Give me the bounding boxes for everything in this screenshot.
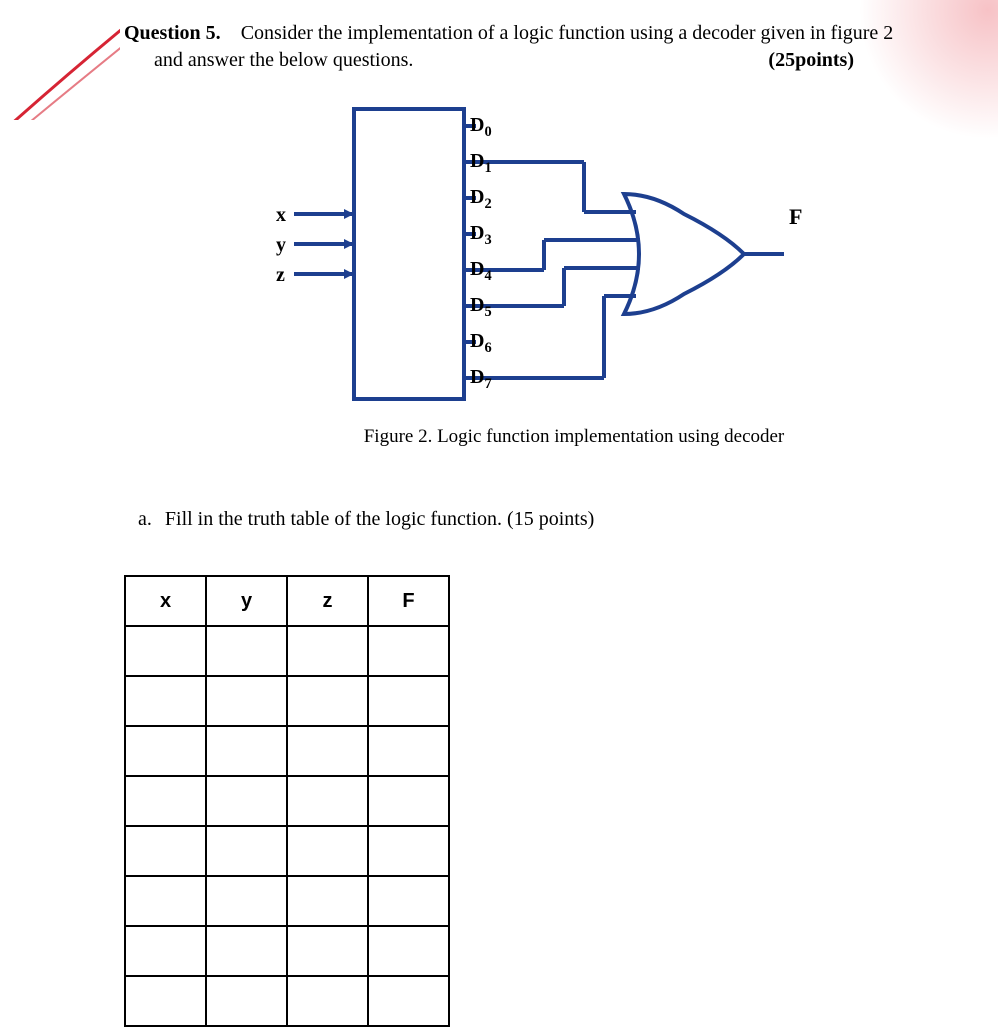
table-cell — [368, 876, 449, 926]
table-cell — [206, 626, 287, 676]
figure-2-diagram: x y z F D0 D1 D2 D3 D4 D5 D6 D7 — [254, 104, 814, 434]
table-cell — [287, 626, 368, 676]
table-cell — [368, 726, 449, 776]
table-cell — [206, 776, 287, 826]
table-cell — [287, 926, 368, 976]
table-row — [125, 676, 449, 726]
th-x: x — [125, 576, 206, 626]
table-row — [125, 876, 449, 926]
truth-table: x y z F — [124, 575, 450, 1027]
or-gate — [624, 194, 744, 314]
table-cell — [125, 626, 206, 676]
question-points: (25points) — [768, 47, 854, 74]
decoder-box — [354, 109, 464, 399]
output-label-F: F — [789, 204, 802, 230]
table-cell — [287, 676, 368, 726]
table-cell — [287, 776, 368, 826]
table-row — [125, 776, 449, 826]
part-a: a. Fill in the truth table of the logic … — [138, 508, 924, 531]
table-cell — [206, 976, 287, 1026]
table-header-row: x y z F — [125, 576, 449, 626]
table-cell — [368, 676, 449, 726]
decoder-out-D5: D5 — [470, 294, 492, 321]
decoder-out-D4: D4 — [470, 258, 492, 285]
decoder-out-D3: D3 — [470, 222, 492, 249]
table-cell — [368, 976, 449, 1026]
decoder-or-gate-svg — [254, 104, 814, 414]
decoder-out-D2: D2 — [470, 186, 492, 213]
table-cell — [206, 726, 287, 776]
table-row — [125, 926, 449, 976]
table-cell — [125, 926, 206, 976]
th-z: z — [287, 576, 368, 626]
decorative-corner-arc — [0, 0, 120, 120]
th-y: y — [206, 576, 287, 626]
table-cell — [287, 726, 368, 776]
table-cell — [368, 626, 449, 676]
part-a-label: a. — [138, 508, 152, 530]
input-label-x: x — [276, 204, 286, 227]
input-label-y: y — [276, 234, 286, 257]
table-cell — [287, 976, 368, 1026]
table-cell — [206, 676, 287, 726]
table-cell — [125, 676, 206, 726]
decoder-out-D1: D1 — [470, 150, 492, 177]
table-cell — [368, 776, 449, 826]
table-row — [125, 826, 449, 876]
table-cell — [287, 876, 368, 926]
question-header-line1: Question 5. Consider the implementation … — [124, 20, 924, 47]
table-cell — [206, 876, 287, 926]
table-cell — [125, 876, 206, 926]
table-row — [125, 626, 449, 676]
question-number: Question 5. — [124, 22, 221, 44]
table-cell — [125, 976, 206, 1026]
decoder-out-D7: D7 — [470, 366, 492, 393]
question-prompt-2: and answer the below questions. — [154, 47, 413, 74]
table-cell — [206, 926, 287, 976]
input-label-z: z — [276, 264, 285, 287]
decoder-out-D6: D6 — [470, 330, 492, 357]
part-a-text: Fill in the truth table of the logic fun… — [165, 508, 594, 530]
table-cell — [125, 826, 206, 876]
question-content: Question 5. Consider the implementation … — [124, 20, 924, 1027]
table-row — [125, 976, 449, 1026]
table-row — [125, 726, 449, 776]
th-F: F — [368, 576, 449, 626]
decoder-out-D0: D0 — [470, 114, 492, 141]
table-cell — [125, 776, 206, 826]
question-header-line2: and answer the below questions. (25point… — [154, 47, 854, 74]
question-prompt-1: Consider the implementation of a logic f… — [241, 22, 894, 44]
table-cell — [125, 726, 206, 776]
table-cell — [368, 926, 449, 976]
table-cell — [368, 826, 449, 876]
table-cell — [287, 826, 368, 876]
table-cell — [206, 826, 287, 876]
